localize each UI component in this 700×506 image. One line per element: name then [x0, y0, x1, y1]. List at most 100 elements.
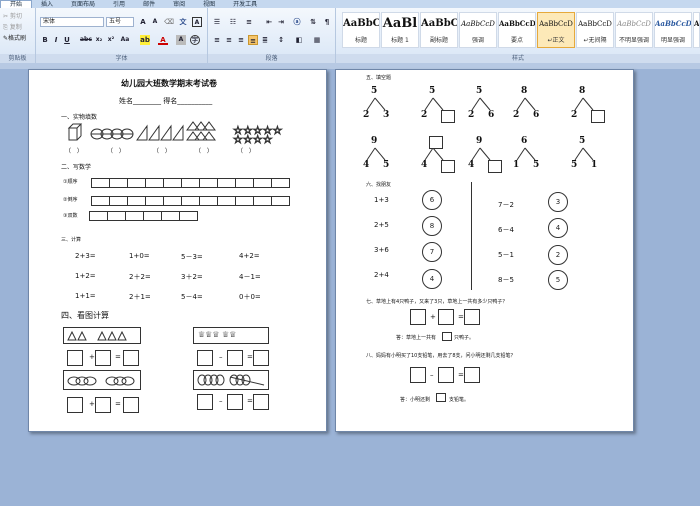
style-subtle-emphasis[interactable]: AaBbCcD 不明显强调	[615, 12, 653, 48]
bond-right[interactable]	[441, 110, 455, 123]
answer-box-1c[interactable]	[123, 350, 139, 366]
answer-box-1a[interactable]	[67, 350, 83, 366]
q7-box-c[interactable]	[464, 309, 480, 325]
write-even-boxes[interactable]	[89, 211, 198, 221]
bold-icon[interactable]: B	[40, 35, 50, 45]
change-case-icon[interactable]: Aa	[120, 35, 130, 45]
section-7-question: 七、草地上有4只鸭子，又来了3只，草地上一共有多少只鸭子？	[366, 299, 508, 305]
font-name-select[interactable]: 宋体	[40, 17, 104, 27]
align-center-icon[interactable]: ≡	[224, 35, 234, 45]
tab-references[interactable]: 引用	[104, 1, 134, 8]
style-title[interactable]: AaBbC 标题	[342, 12, 380, 48]
numbering-icon[interactable]: ☷	[228, 17, 238, 27]
bond-left: 4	[363, 160, 370, 170]
char-shading-icon[interactable]: A	[176, 35, 186, 45]
q8-answer-text: 答：小明还剩	[400, 397, 431, 403]
calc-11: 5－4=	[181, 293, 203, 301]
increase-indent-icon[interactable]: ⇥	[276, 17, 286, 27]
q7-answer-box[interactable]	[442, 332, 452, 341]
tab-home[interactable]: 开始	[0, 0, 33, 8]
calc-1: 2+3=	[75, 252, 96, 260]
font-size-select[interactable]: 五号	[106, 17, 134, 27]
shrink-font-icon[interactable]: A	[150, 17, 160, 27]
q8-box-b[interactable]	[438, 367, 454, 383]
font-label: 字体	[36, 54, 207, 63]
multilevel-list-icon[interactable]: ≡	[244, 17, 254, 27]
tab-developer[interactable]: 开发工具	[224, 1, 266, 8]
chinese-layout-icon[interactable]: ⓐ	[292, 17, 302, 27]
count-answer-3: （ ）	[153, 148, 173, 155]
style-quote[interactable]: AaBb	[693, 12, 700, 48]
answer-box-1b[interactable]	[95, 350, 111, 366]
enclose-char-icon[interactable]: 字	[190, 35, 200, 45]
tab-view[interactable]: 视图	[194, 1, 224, 8]
styles-label: 样式	[336, 54, 700, 63]
justify-icon[interactable]: ≡	[248, 35, 258, 45]
borders-icon[interactable]: ▦	[312, 35, 322, 45]
style-heading1[interactable]: AaBl 标题 1	[381, 12, 419, 48]
bond-right[interactable]	[441, 160, 455, 173]
line-spacing-icon[interactable]: ↕	[276, 35, 286, 45]
q7-box-a[interactable]	[410, 309, 426, 325]
answer-box-4c[interactable]	[253, 394, 269, 410]
bond-right[interactable]	[488, 160, 502, 173]
minus-sign: –	[430, 371, 434, 379]
decrease-indent-icon[interactable]: ⇤	[264, 17, 274, 27]
show-marks-icon[interactable]: ¶	[322, 17, 332, 27]
picture-box-4	[193, 370, 269, 390]
answer-box-2a[interactable]	[197, 350, 213, 366]
underline-icon[interactable]: U	[62, 35, 72, 45]
strikethrough-icon[interactable]: abc	[80, 35, 92, 45]
tab-insert[interactable]: 插入	[32, 1, 62, 8]
answer-box-4b[interactable]	[227, 394, 243, 410]
superscript-icon[interactable]: x²	[106, 35, 116, 45]
highlight-icon[interactable]: ab	[140, 35, 150, 45]
q8-box-a[interactable]	[410, 367, 426, 383]
style-no-spacing[interactable]: AaBbCcD ↵无间隔	[576, 12, 614, 48]
tab-review[interactable]: 审阅	[164, 1, 194, 8]
style-normal[interactable]: AaBbCcD ↵正文	[537, 12, 575, 48]
distributed-icon[interactable]: ≣	[260, 35, 270, 45]
answer-box-3b[interactable]	[95, 397, 111, 413]
write-reverse-boxes[interactable]	[91, 196, 290, 206]
calc-2: 1+0=	[129, 252, 150, 260]
style-emphasis[interactable]: AaBbCcD 强调	[459, 12, 497, 48]
write-order-boxes[interactable]	[91, 178, 290, 188]
bullets-icon[interactable]: ☰	[212, 17, 222, 27]
cut-button[interactable]: ✂ 剪切	[0, 12, 25, 22]
q8-answer-box[interactable]	[436, 393, 446, 402]
circle-left-3: 7	[422, 242, 442, 262]
italic-icon[interactable]: I	[51, 35, 61, 45]
font-color-icon[interactable]: A	[158, 35, 168, 45]
shading-icon[interactable]: ◧	[294, 35, 304, 45]
tab-layout[interactable]: 页面布局	[62, 1, 104, 8]
q7-box-b[interactable]	[438, 309, 454, 325]
bond-top: 5	[429, 86, 436, 96]
style-strong[interactable]: AaBbCcD 要点	[498, 12, 536, 48]
answer-box-2c[interactable]	[253, 350, 269, 366]
answer-box-4a[interactable]	[197, 394, 213, 410]
char-border-icon[interactable]: A	[192, 17, 202, 27]
answer-box-3a[interactable]	[67, 397, 83, 413]
align-right-icon[interactable]: ≡	[236, 35, 246, 45]
grow-font-icon[interactable]: A	[138, 17, 148, 27]
style-subtitle[interactable]: AaBbC 副标题	[420, 12, 458, 48]
format-painter-button[interactable]: ✎格式刷	[0, 34, 29, 44]
bond-right[interactable]	[591, 110, 605, 123]
answer-box-2b[interactable]	[227, 350, 243, 366]
style-intense-emphasis[interactable]: AaBbCcD 明显强调	[654, 12, 692, 48]
align-left-icon[interactable]: ≡	[212, 35, 222, 45]
picture-box-1	[63, 327, 141, 344]
bond-top[interactable]	[429, 136, 443, 149]
calc-6: 2＋2=	[129, 273, 151, 281]
phonetic-icon[interactable]: 文	[178, 17, 188, 27]
clear-format-icon[interactable]: ⌫	[164, 17, 174, 27]
answer-box-3c[interactable]	[123, 397, 139, 413]
tab-mailings[interactable]: 邮件	[134, 1, 164, 8]
q8-box-c[interactable]	[464, 367, 480, 383]
copy-button[interactable]: ⎘ 复制	[0, 23, 25, 33]
bond-right: 1	[591, 160, 598, 170]
calc-4: 4+2=	[239, 252, 260, 260]
sort-icon[interactable]: ⇅	[308, 17, 318, 27]
subscript-icon[interactable]: x₂	[94, 35, 104, 45]
